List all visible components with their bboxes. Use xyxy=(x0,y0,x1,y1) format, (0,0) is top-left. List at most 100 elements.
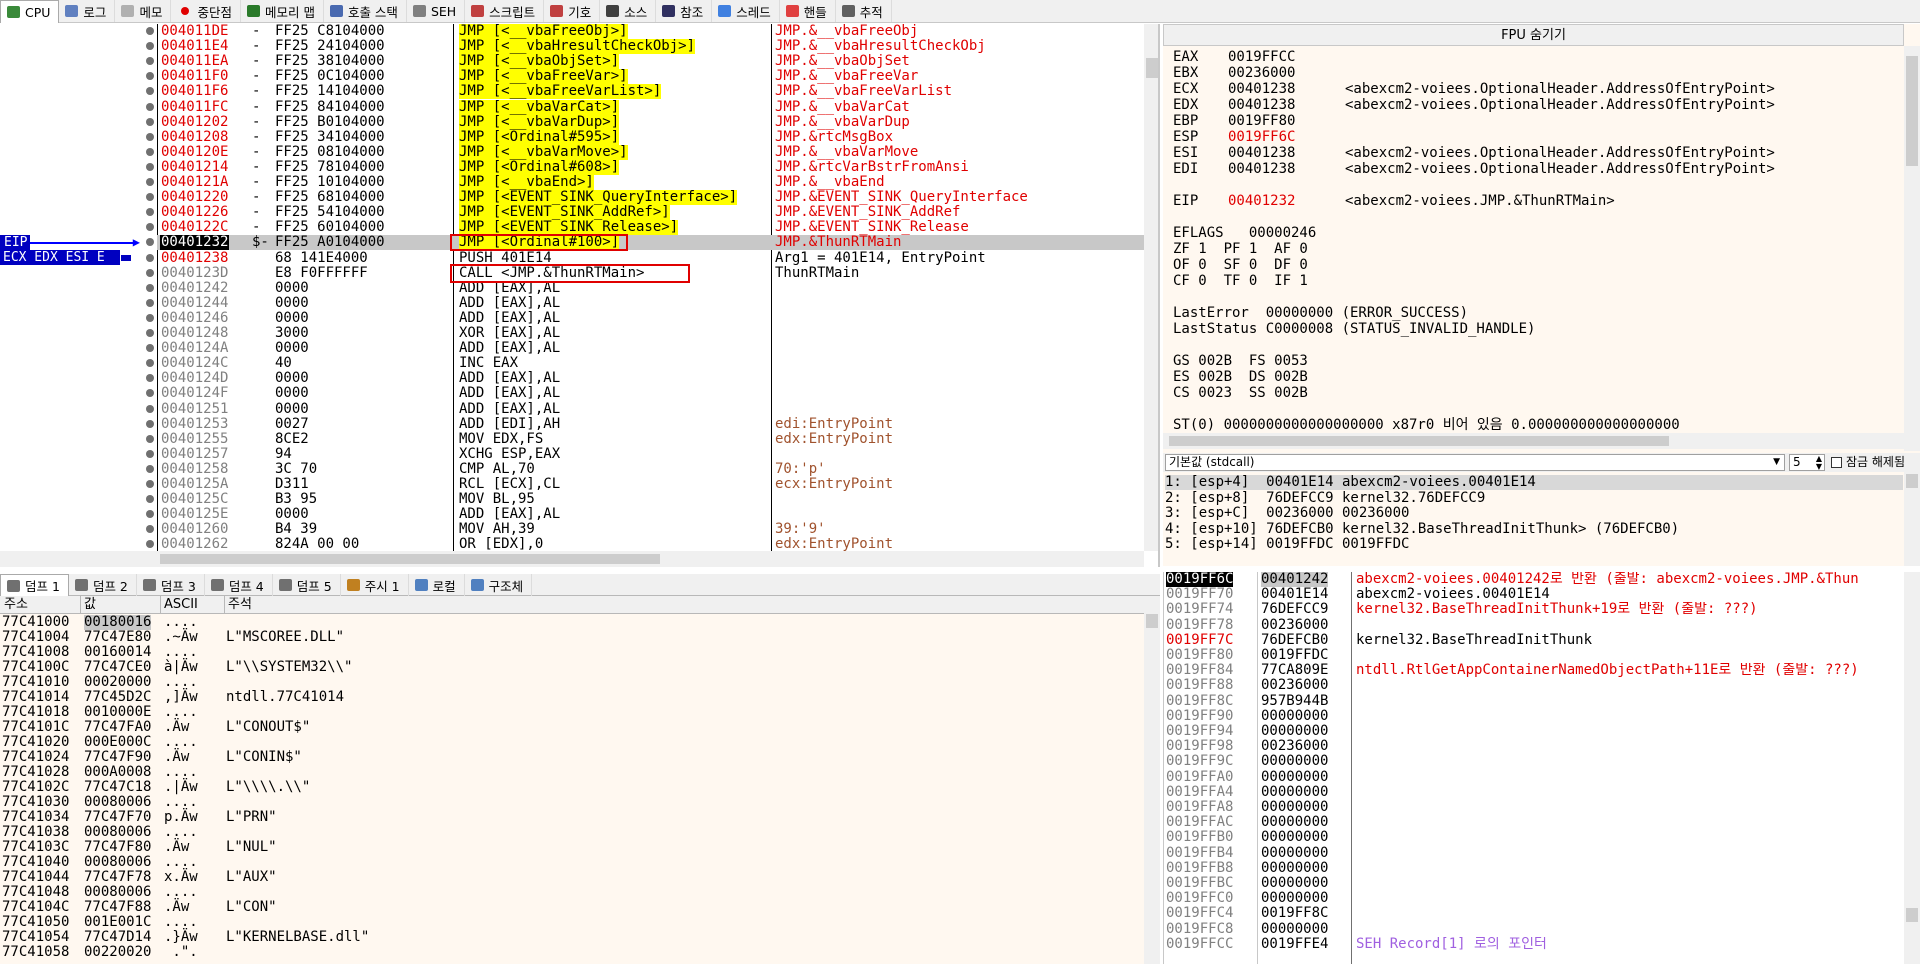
dump-row[interactable]: 77C41058 00220020 .". xyxy=(0,945,1144,960)
dump-row[interactable]: 77C4102C 77C47C18 .|Äw L"\\\\.\\" xyxy=(0,780,1144,795)
tab-memory-map[interactable]: 메모리 맵 xyxy=(241,0,324,22)
tab-thread[interactable]: 스레드 xyxy=(712,0,780,22)
flags-row[interactable]: OF 0 SF 0 DF 0 xyxy=(1173,258,1308,273)
tab-handle[interactable]: 핸들 xyxy=(780,0,836,22)
dump-row[interactable]: 77C41040 00080006.... xyxy=(0,855,1144,870)
stack-row[interactable]: 0019FFCC 0019FFE4 SEH Record[1] 로의 포인터 xyxy=(1163,936,1904,952)
tab-reference[interactable]: 참조 xyxy=(656,0,713,22)
stack-row[interactable]: 0019FF74 76DEFCC9 kernel32.BaseThreadInitT… xyxy=(1163,602,1904,617)
disasm-row[interactable]: 00401208 - FF25 34104000 JMP [<Ordinal#595>… xyxy=(0,129,1144,145)
breakpoint-dot[interactable] xyxy=(146,434,154,443)
disasm-row[interactable]: 00401258 3C 70 CMP AL,70 70:'p' xyxy=(0,461,1144,477)
stack-row[interactable]: 0019FF80 0019FFDC xyxy=(1163,648,1904,663)
disasm-vertical-scrollbar[interactable] xyxy=(1144,24,1158,551)
breakpoint-dot[interactable] xyxy=(146,389,154,398)
dump-row[interactable]: 77C41028 000A0008.... xyxy=(0,765,1144,780)
breakpoint-dot[interactable] xyxy=(146,344,154,353)
tab-breakpoint[interactable]: 중단점 xyxy=(171,0,241,22)
stack-row[interactable]: 0019FFB4 00000000 xyxy=(1163,845,1904,861)
dump-row[interactable]: 77C4100C 77C47CE0 à|Äw L"\\SYSTEM32\\" xyxy=(0,660,1144,675)
register-ecx[interactable]: ECX 00401238 <abexcm2-voiees.OptionalHeade… xyxy=(1173,82,1893,97)
dump-row[interactable]: 77C41018 0010000E.... xyxy=(0,705,1144,720)
register-horizontal-scrollbar[interactable] xyxy=(1163,433,1904,449)
dump-row[interactable]: 77C41030 00080006.... xyxy=(0,795,1144,810)
dump-header-value[interactable]: 값 xyxy=(84,596,96,614)
breakpoint-dot[interactable] xyxy=(146,132,154,141)
stack-row[interactable]: 0019FF84 77CA809E ntdll.RtlGetAppContainer… xyxy=(1163,663,1904,678)
lasterror-row[interactable]: LastError 00000000 (ERROR_SUCCESS) xyxy=(1173,306,1468,321)
breakpoint-dot[interactable] xyxy=(146,404,154,413)
register-vertical-scrollbar[interactable] xyxy=(1904,46,1920,451)
arg-count-stepper[interactable]: 5 ▲ ▼ xyxy=(1789,454,1825,471)
breakpoint-dot[interactable] xyxy=(146,449,154,458)
disassembly-pane[interactable]: EIP ▶ ECX EDX ESI E 004011DE - FF25 C81040… xyxy=(0,24,1160,567)
dump-header-comment[interactable]: 주석 xyxy=(228,596,252,614)
breakpoint-dot[interactable] xyxy=(146,162,154,171)
stack-row[interactable]: 0019FFC8 00000000 xyxy=(1163,921,1904,937)
breakpoint-dot[interactable] xyxy=(146,268,154,277)
breakpoint-dot[interactable] xyxy=(146,208,154,217)
disasm-row[interactable]: 0040121A - FF25 10104000 JMP [<__vbaEnd>] JM… xyxy=(0,175,1144,190)
stack-row[interactable]: 0019FF88 00236000 xyxy=(1163,678,1904,693)
dump-vertical-scrollbar[interactable] xyxy=(1144,596,1160,964)
stack-row[interactable]: 0019FF9C 00000000 xyxy=(1163,754,1904,769)
call-convention-scrollbar[interactable] xyxy=(1904,472,1920,566)
disasm-row[interactable]: 00401220 - FF25 68104000 JMP [<EVENT_SINK_Q… xyxy=(0,190,1144,206)
fpu-st0-row[interactable]: ST(0) 0000000000000000000 x87r0 비어 있음 0.… xyxy=(1173,418,1680,433)
tab-note[interactable]: 메모 xyxy=(115,0,172,22)
disasm-row[interactable]: 0040120E - FF25 08104000 JMP [<__vbaVarMove… xyxy=(0,144,1144,160)
disasm-row[interactable]: 00401253 0027 ADD [EDI],AH edi:EntryPoint xyxy=(0,416,1144,432)
breakpoint-dot[interactable] xyxy=(146,253,154,262)
stack-row[interactable]: 0019FF98 00236000 xyxy=(1163,739,1904,754)
breakpoint-dot[interactable] xyxy=(146,283,154,292)
breakpoint-dot[interactable] xyxy=(146,178,154,186)
disasm-row[interactable]: 00401244 0000 ADD [EAX],AL xyxy=(0,295,1144,311)
register-edi[interactable]: EDI 00401238 <abexcm2-voiees.OptionalHeade… xyxy=(1173,162,1893,177)
breakpoint-dot[interactable] xyxy=(146,72,154,81)
stack-row[interactable]: 0019FFB8 00000000 xyxy=(1163,860,1904,876)
breakpoint-dot[interactable] xyxy=(146,329,154,337)
dump-pane[interactable]: 덤프 1 덤프 2 덤프 3 덤프 4 덤프 5 주시 1 로컬 구조체 주소 값 ASCII… xyxy=(0,574,1160,964)
dump-tab-5[interactable]: 덤프 5 xyxy=(273,574,341,596)
breakpoint-dot[interactable] xyxy=(146,27,154,35)
segment-row[interactable]: ES 002B DS 002B xyxy=(1173,370,1308,385)
disasm-row[interactable]: 004011F0 - FF25 0C104000 JMP [<__vbaFreeVar… xyxy=(0,69,1144,85)
dump-tab-8[interactable]: 구조체 xyxy=(465,574,533,596)
disasm-row[interactable]: 004011E4 - FF25 24104000 JMP [<__vbaHresult… xyxy=(0,39,1144,55)
disasm-row[interactable]: 00401248 3000 XOR [EAX],AL xyxy=(0,326,1144,341)
stack-row[interactable]: 0019FF8C 957B944B xyxy=(1163,693,1904,709)
dump-row[interactable]: 77C41004 77C47E80 .~Äw L"MSCOREE.DLL" xyxy=(0,630,1144,645)
disasm-row[interactable]: 0040125A D311 RCL [ECX],CL ecx:EntryPoint xyxy=(0,477,1144,492)
register-ebp[interactable]: EBP 0019FF80 xyxy=(1173,114,1893,129)
breakpoint-dot[interactable] xyxy=(146,540,154,549)
breakpoint-dot[interactable] xyxy=(146,374,154,383)
breakpoint-dot[interactable] xyxy=(146,419,154,428)
breakpoint-dot[interactable] xyxy=(146,359,154,368)
register-eip[interactable]: EIP 00401232 <abexcm2-voiees.JMP.&ThunRTMa… xyxy=(1173,194,1893,209)
stack-row[interactable]: 0019FF90 00000000 xyxy=(1163,708,1904,724)
breakpoint-dot[interactable] xyxy=(146,495,154,504)
dump-row[interactable]: 77C41050 001E001C.... xyxy=(0,915,1144,930)
dump-tab-2[interactable]: 덤프 2 xyxy=(69,574,137,596)
fpu-toggle-button[interactable]: FPU 숨기기 xyxy=(1163,24,1904,46)
disasm-horizontal-scrollbar[interactable] xyxy=(0,551,1144,567)
disasm-row[interactable]: 00401214 - FF25 78104000 JMP [<Ordinal#608>… xyxy=(0,159,1144,175)
stack-row[interactable]: 0019FF94 00000000 xyxy=(1163,724,1904,739)
call-arg-row[interactable]: 5: [esp+14] 0019FFDC 0019FFDC xyxy=(1165,537,1903,552)
register-ebx[interactable]: EBX 00236000 xyxy=(1173,66,1893,81)
laststatus-row[interactable]: LastStatus C0000008 (STATUS_INVALID_HAND… xyxy=(1173,322,1535,337)
breakpoint-dot[interactable] xyxy=(146,57,154,66)
dump-header-address[interactable]: 주소 xyxy=(4,596,28,614)
dump-row[interactable]: 77C4103C 77C47F80 .Äw L"NUL" xyxy=(0,840,1144,855)
breakpoint-dot[interactable] xyxy=(146,193,154,202)
disasm-row[interactable]: 0040125C B3 95 MOV BL,95 xyxy=(0,492,1144,507)
dump-tab-6[interactable]: 주시 1 xyxy=(341,574,409,596)
breakpoint-dot[interactable] xyxy=(146,480,154,488)
disasm-row[interactable]: 00401255 8CE2 MOV EDX,FS edx:EntryPoint xyxy=(0,431,1144,447)
breakpoint-dot[interactable] xyxy=(146,147,154,156)
disasm-row[interactable]: 00401260 B4 39 MOV AH,39 39:'9' xyxy=(0,522,1144,537)
breakpoint-dot[interactable] xyxy=(146,102,154,111)
breakpoint-dot[interactable] xyxy=(146,313,154,322)
call-arg-row[interactable]: 4: [esp+10] 76DEFCB0 kernel32.BaseThread… xyxy=(1165,521,1903,537)
breakpoint-dot[interactable] xyxy=(146,238,154,247)
